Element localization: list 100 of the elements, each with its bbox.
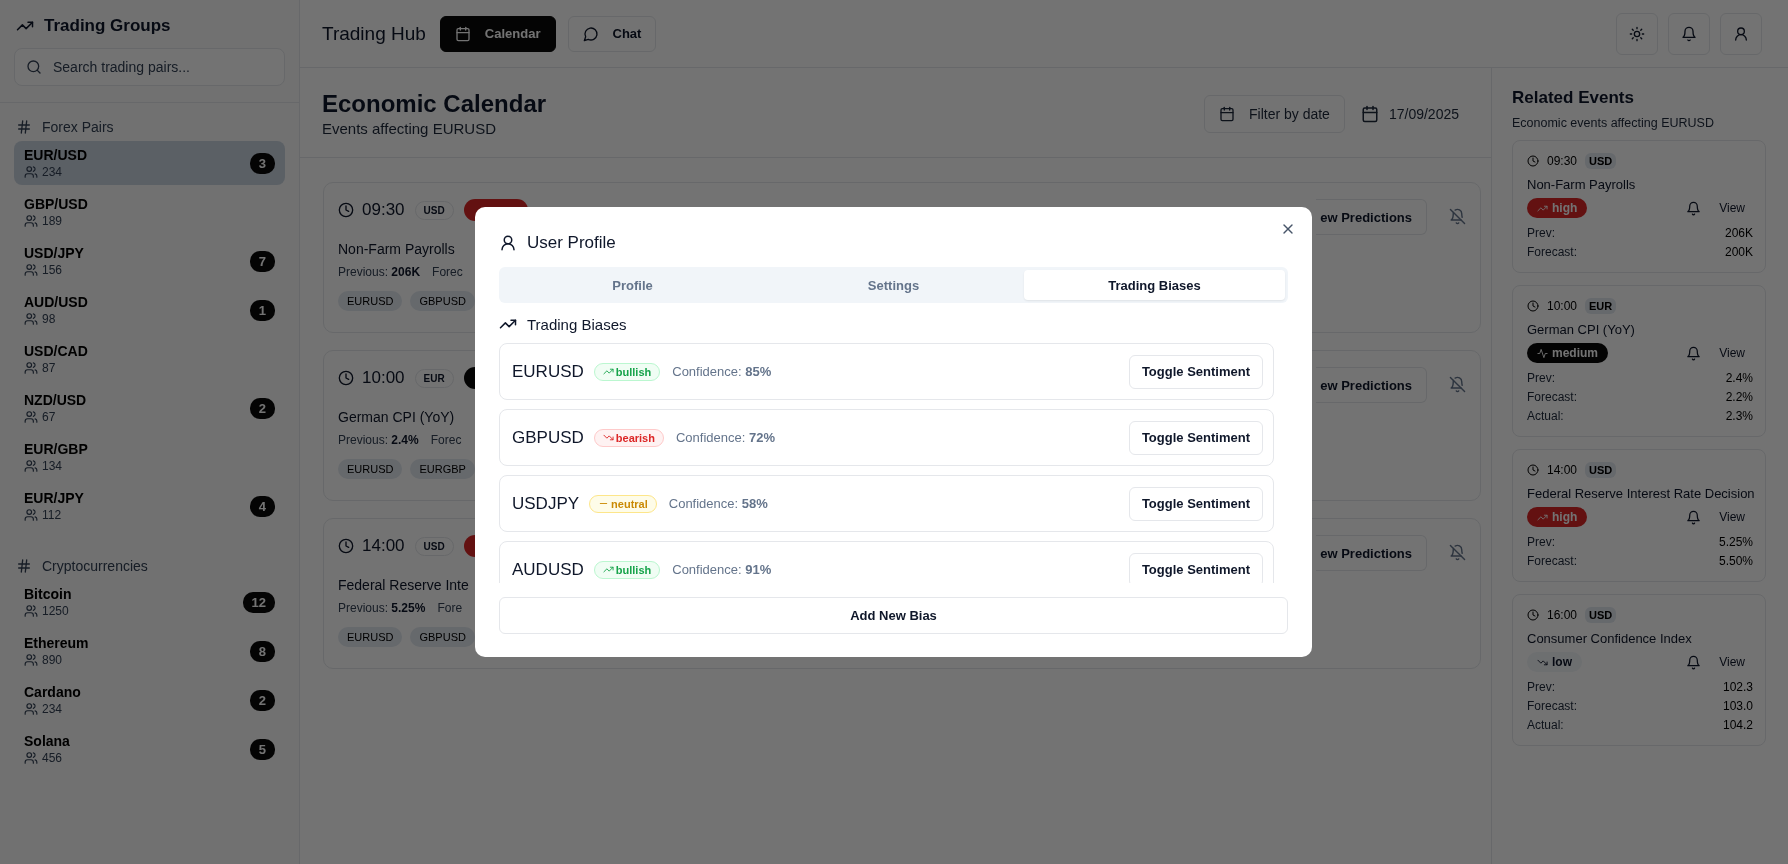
confidence-text: Confidence: 72% [675,430,775,445]
users-icon [24,263,38,277]
toggle-sentiment-button[interactable]: Toggle Sentiment [1128,354,1263,389]
pair-tag: GBPUSD [410,291,475,311]
figure-value: 102.3 [1722,679,1753,696]
trading-pair-item[interactable]: EUR/JPY 112 4 [14,484,285,528]
filter-by-date-button[interactable]: Filter by date [1204,94,1345,133]
bell-off-icon[interactable] [1449,208,1466,225]
figure-label: Prev: [1527,370,1555,387]
figure-label: Forecast: [1527,698,1577,715]
event-title: German CPI (YoY) [1527,322,1636,337]
clock-icon [338,202,354,218]
pair-symbol: GBPUSD [512,427,584,448]
figure-value: 200K [1724,244,1753,261]
calendar-icon [1219,105,1235,122]
users-icon [24,508,38,522]
pair-name: USD/JPY [24,245,84,261]
trading-pair-item[interactable]: Solana 456 5 [14,727,285,771]
figure-label: Prev: [1527,225,1555,242]
figure-label: Actual: [1527,717,1564,734]
toggle-sentiment-button[interactable]: Toggle Sentiment [1128,486,1263,521]
view-link[interactable]: View [1719,655,1745,669]
bell-off-icon[interactable] [1449,376,1466,393]
member-count: 87 [42,361,56,375]
event-title: Federal Reserve Interest Rate Decision [1527,486,1753,501]
bell-off-icon[interactable] [1449,544,1466,561]
trading-pair-item[interactable]: GBP/USD 189 [14,190,285,234]
view-link[interactable]: View [1719,346,1745,360]
currency-badge: USD [1585,153,1617,169]
pair-name: Bitcoin [24,586,72,602]
date-picker[interactable]: 17/09/2025 [1360,104,1459,123]
nav-tab[interactable]: Chat [567,15,657,52]
profile-button[interactable] [1720,12,1762,55]
bell-icon [1686,654,1702,670]
event-time: 09:30 [1547,154,1578,168]
trading-pair-item[interactable]: EUR/GBP 134 [14,435,285,479]
pair-name: GBP/USD [24,196,88,212]
page-title: Economic Calendar [322,90,547,118]
event-count-badge: 8 [249,640,275,662]
forecast-label: Forec [430,433,462,447]
trading-pair-item[interactable]: NZD/USD 67 2 [14,386,285,430]
trading-pair-item[interactable]: USD/JPY 156 7 [14,239,285,283]
modal-tab[interactable]: Settings [763,270,1024,300]
view-link[interactable]: View [1719,510,1745,524]
figure-label: Actual: [1527,408,1564,425]
member-count: 189 [42,214,63,228]
view-predictions-button[interactable]: ew Predictions [1316,199,1427,235]
pair-name: Ethereum [24,635,89,651]
bell-icon [1686,200,1702,216]
users-icon [24,459,38,473]
view-predictions-button[interactable]: ew Predictions [1316,367,1427,403]
theme-toggle-button[interactable] [1616,12,1658,55]
users-icon [24,410,38,424]
event-time: 10:00 [362,368,405,388]
hash-icon [16,558,32,574]
pair-tag: EURGBP [410,459,475,479]
app-title: Trading Hub [322,22,426,45]
figure-value: 5.50% [1718,553,1753,570]
add-new-bias-button[interactable]: Add New Bias [499,597,1288,634]
users-icon [24,702,38,716]
pair-name: NZD/USD [24,392,87,408]
modal-tab[interactable]: Profile [502,270,763,300]
toggle-sentiment-button[interactable]: Toggle Sentiment [1128,420,1263,455]
figure-label: Forecast: [1527,553,1577,570]
users-icon [24,312,38,326]
impact-badge: medium [1527,343,1608,363]
pair-name: EUR/GBP [24,441,88,457]
event-time: 14:00 [362,536,405,556]
member-count: 234 [42,702,63,716]
notifications-button[interactable] [1668,12,1710,55]
event-count-badge: 4 [249,495,275,517]
modal-tab[interactable]: Trading Biases [1024,270,1285,300]
trading-pair-item[interactable]: Ethereum 890 8 [14,629,285,673]
section-title: Trading Biases [527,315,627,333]
figure-value: 5.25% [1718,534,1753,551]
event-title: Non-Farm Payrolls [338,241,455,257]
trading-pair-item[interactable]: Cardano 234 2 [14,678,285,722]
search-field[interactable]: Search trading pairs... [14,48,285,86]
trading-pair-item[interactable]: AUD/USD 98 1 [14,288,285,332]
sentiment-badge: neutral [589,494,657,513]
search-icon [26,59,42,75]
group-heading: Forex Pairs [42,119,114,135]
confidence-text: Confidence: 91% [672,562,772,577]
previous-value: Previous: 206K [338,265,421,279]
event-count-badge: 1 [249,299,275,321]
previous-value: Previous: 2.4% [338,433,419,447]
bell-icon [1681,25,1697,42]
hash-icon [16,119,32,135]
toggle-sentiment-button[interactable]: Toggle Sentiment [1128,552,1263,583]
trading-pair-item[interactable]: USD/CAD 87 [14,337,285,381]
nav-tab[interactable]: Calendar [439,15,556,52]
panel-subtitle: Economic events affecting EURUSD [1512,116,1715,130]
pair-name: Cardano [24,684,81,700]
users-icon [24,604,38,618]
trading-pair-item[interactable]: EUR/USD 234 3 [14,141,285,185]
chat-bubble-icon [582,25,599,42]
impact-badge: high [1527,507,1588,527]
view-link[interactable]: View [1719,201,1745,215]
trading-pair-item[interactable]: Bitcoin 1250 12 [14,580,285,624]
view-predictions-button[interactable]: ew Predictions [1316,535,1427,571]
